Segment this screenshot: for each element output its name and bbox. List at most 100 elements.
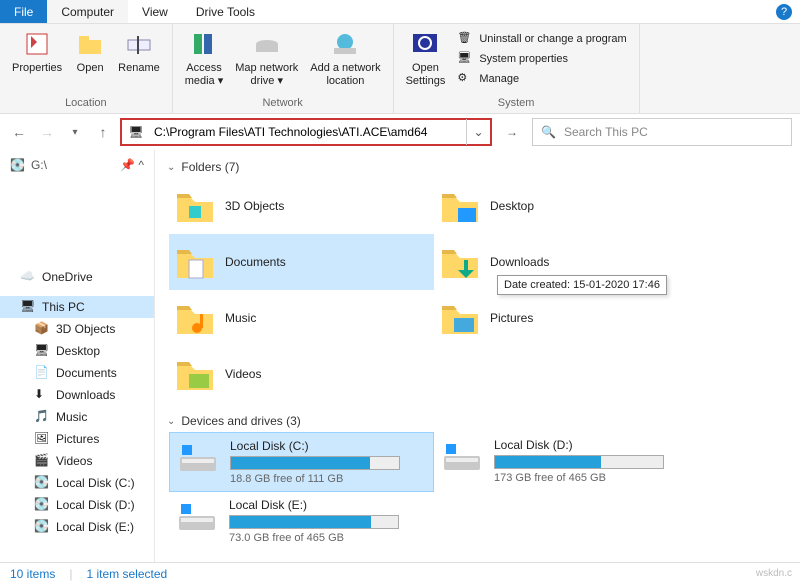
folder-item[interactable]: Documents [169,234,434,290]
address-input[interactable] [150,120,466,144]
map-drive-button[interactable]: Map network drive ▾ [229,26,304,90]
ribbon-group-network: Access media ▾ Map network drive ▾ Add a… [173,24,394,113]
pc-icon: 🖥 [124,120,148,144]
chevron-down-icon: ⌄ [167,162,175,173]
chevron-down-icon: ⌄ [167,416,175,427]
drive-label: Local Disk (E:) [229,498,428,512]
folder-item[interactable]: Videos [169,346,434,402]
address-bar[interactable]: 🖥 ⌄ [120,118,492,146]
sidebar-item[interactable]: 💽Local Disk (E:) [0,516,154,538]
properties-button[interactable]: Properties [6,26,68,77]
group-label-network: Network [262,95,302,111]
open-button[interactable]: Open [68,26,112,77]
address-dropdown[interactable]: ⌄ [466,119,490,145]
drive-icon: 💽 [10,158,25,172]
tab-view[interactable]: View [128,0,182,23]
manage-button[interactable]: ⚙Manage [455,70,628,88]
system-properties-button[interactable]: 🖥System properties [455,50,628,68]
folder-icon [173,242,217,282]
item-icon: 🖼 [34,431,50,447]
rename-label: Rename [118,62,160,75]
tooltip: Date created: 15-01-2020 17:46 [497,275,667,295]
title-tabs: File Computer View Drive Tools ? [0,0,800,24]
add-location-button[interactable]: Add a network location [304,26,386,90]
folder-label: Pictures [490,311,533,325]
drive-bar [229,515,399,529]
open-settings-label: Open Settings [406,62,446,88]
drive-free: 173 GB free of 465 GB [494,472,693,484]
up-button[interactable]: ↑ [92,121,114,143]
sidebar-item[interactable]: 🖥Desktop [0,340,154,362]
item-icon: ⬇ [34,387,50,403]
folder-item[interactable]: Music [169,290,434,346]
folder-icon [173,354,217,394]
sidebar: 💽 G:\ 📌 ^ ☁️OneDrive 🖥This PC 📦3D Object… [0,150,155,562]
sidebar-item[interactable]: 💽Local Disk (C:) [0,472,154,494]
tab-file[interactable]: File [0,0,47,23]
folder-icon [438,298,482,338]
drive-free: 18.8 GB free of 111 GB [230,473,427,485]
tab-drive-tools[interactable]: Drive Tools [182,0,269,23]
drives-header[interactable]: ⌄Devices and drives (3) [159,410,800,432]
body: 💽 G:\ 📌 ^ ☁️OneDrive 🖥This PC 📦3D Object… [0,150,800,562]
uninstall-icon: 🗑 [457,31,473,47]
folder-icon [438,242,482,282]
sidebar-item[interactable]: 🎬Videos [0,450,154,472]
drive-item[interactable]: Local Disk (D:)173 GB free of 465 GB [434,432,699,492]
folder-item[interactable]: 3D Objects [169,178,434,234]
settings-icon [409,28,441,60]
watermark: wskdn.c [756,568,792,579]
access-media-icon [188,28,220,60]
folder-label: Videos [225,367,261,381]
sidebar-item[interactable]: 💽Local Disk (D:) [0,494,154,516]
folder-item[interactable]: Pictures [434,290,699,346]
item-icon: 🖥 [34,343,50,359]
folders-header[interactable]: ⌄Folders (7) [159,156,800,178]
sysprops-icon: 🖥 [457,51,473,67]
back-button[interactable]: ← [8,121,30,143]
properties-label: Properties [12,62,62,75]
recent-button[interactable]: ▾ [64,121,86,143]
folder-item[interactable]: Desktop [434,178,699,234]
search-icon: 🔍 [541,125,556,139]
forward-button[interactable]: → [36,121,58,143]
sidebar-this-pc[interactable]: 🖥This PC [0,296,154,318]
ribbon-group-system: Open Settings 🗑 Uninstall or change a pro… [394,24,640,113]
search-box[interactable]: 🔍 Search This PC [532,118,792,146]
sidebar-item[interactable]: 📦3D Objects [0,318,154,340]
properties-icon [21,28,53,60]
drive-icon [440,438,484,478]
uninstall-button[interactable]: 🗑 Uninstall or change a program [455,30,628,48]
group-label-system: System [498,95,535,111]
add-location-label: Add a network location [310,62,380,88]
sidebar-item[interactable]: ⬇Downloads [0,384,154,406]
open-settings-button[interactable]: Open Settings [400,26,452,90]
item-icon: 📦 [34,321,50,337]
status-items: 10 items [10,567,55,581]
sidebar-item[interactable]: 📄Documents [0,362,154,384]
item-icon: 💽 [34,497,50,513]
rename-icon [123,28,155,60]
open-icon [74,28,106,60]
drive-free: 73.0 GB free of 465 GB [229,532,428,544]
drive-item[interactable]: Local Disk (E:) 73.0 GB free of 465 GB [169,492,434,550]
search-placeholder: Search This PC [564,125,648,139]
drives-grid: Local Disk (C:)18.8 GB free of 111 GBLoc… [159,432,800,550]
sidebar-item[interactable]: 🖼Pictures [0,428,154,450]
tab-computer[interactable]: Computer [47,0,128,23]
rename-button[interactable]: Rename [112,26,166,77]
manage-icon: ⚙ [457,71,473,87]
drive-label: Local Disk (C:) [230,439,427,453]
access-media-button[interactable]: Access media ▾ [179,26,230,90]
access-media-label: Access media ▾ [185,62,224,88]
quick-access[interactable]: 💽 G:\ 📌 ^ [0,154,154,176]
drive-item[interactable]: Local Disk (C:) 18.8 GB free of 111 GB [169,432,434,492]
uninstall-label: Uninstall or change a program [479,33,626,45]
sidebar-item[interactable]: 🎵Music [0,406,154,428]
pc-icon: 🖥 [20,299,36,315]
go-button[interactable]: → [498,125,526,139]
sidebar-onedrive[interactable]: ☁️OneDrive [0,266,154,288]
ribbon-group-location: Properties Open Rename Location [0,24,173,113]
help-icon[interactable]: ? [776,4,792,20]
folder-label: Music [225,311,256,325]
